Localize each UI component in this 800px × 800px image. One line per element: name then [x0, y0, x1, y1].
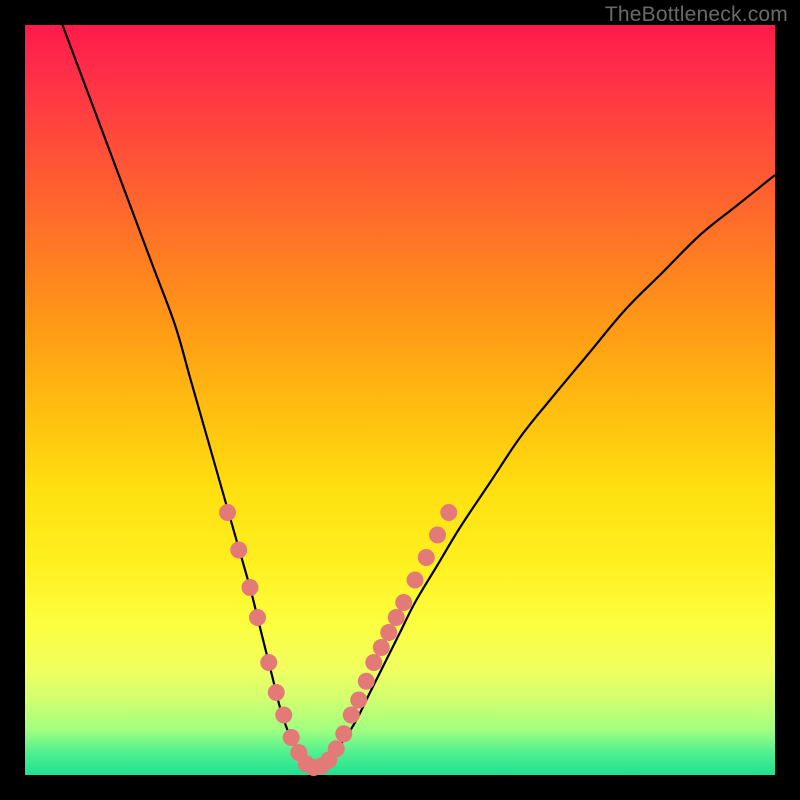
highlight-dot: [283, 729, 300, 746]
highlight-dot: [418, 549, 435, 566]
highlight-dot: [407, 572, 424, 589]
chart-frame: TheBottleneck.com: [0, 0, 800, 800]
curve-path-group: [63, 25, 776, 769]
highlight-dot: [268, 684, 285, 701]
highlight-dot: [335, 725, 352, 742]
highlight-dot: [328, 740, 345, 757]
highlight-dot: [219, 504, 236, 521]
highlight-dots-group: [219, 504, 457, 776]
highlight-dot: [260, 654, 277, 671]
bottleneck-curve: [63, 25, 776, 769]
highlight-dot: [365, 654, 382, 671]
chart-svg: [25, 25, 775, 775]
highlight-dot: [275, 707, 292, 724]
highlight-dot: [350, 692, 367, 709]
highlight-dot: [440, 504, 457, 521]
highlight-dot: [388, 609, 405, 626]
highlight-dot: [249, 609, 266, 626]
highlight-dot: [395, 594, 412, 611]
highlight-dot: [358, 673, 375, 690]
watermark-label: TheBottleneck.com: [605, 3, 788, 27]
highlight-dot: [429, 527, 446, 544]
highlight-dot: [343, 707, 360, 724]
highlight-dot: [373, 639, 390, 656]
highlight-dot: [242, 579, 259, 596]
highlight-dot: [230, 542, 247, 559]
highlight-dot: [380, 624, 397, 641]
plot-area: [25, 25, 775, 775]
